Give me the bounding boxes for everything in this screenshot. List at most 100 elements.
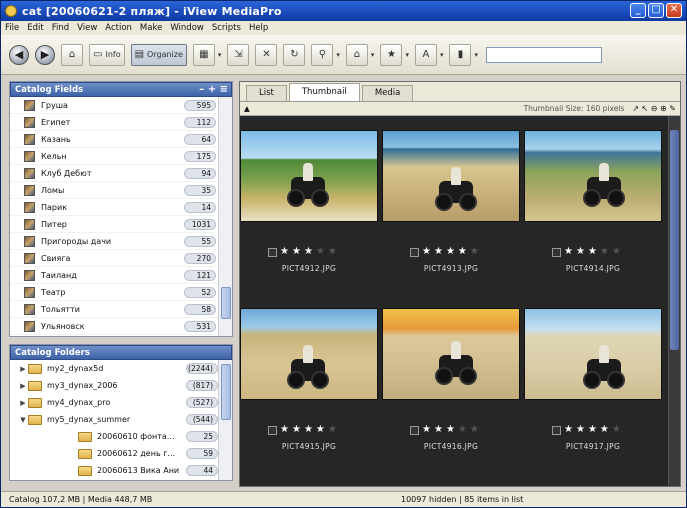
import-icon[interactable]: ⇲ (227, 43, 250, 66)
photo-thumbnail[interactable] (382, 308, 520, 400)
catalog-folder-item[interactable]: ▶ my3_dynax_2006 (817) (10, 377, 220, 394)
calendar-dropdown-icon[interactable]: ▾ (218, 51, 222, 59)
folders-scrollbar[interactable] (218, 360, 232, 480)
catalog-folders-header[interactable]: Catalog Folders (10, 345, 232, 360)
catalog-field-item[interactable]: Театр 52 (10, 284, 218, 301)
photo-thumbnail[interactable] (524, 308, 662, 400)
select-checkbox[interactable] (268, 425, 277, 435)
select-checkbox[interactable] (552, 425, 561, 435)
catalog-folder-item[interactable]: 20060612 день г... 59 (10, 445, 220, 462)
rating-star-icon[interactable]: ★ (446, 247, 455, 257)
thumbnail-cell[interactable]: ★ ★ ★ ★ ★ PICT4914.JPG (524, 130, 664, 290)
rating-star-icon[interactable]: ★ (458, 425, 467, 435)
rating-star-icon[interactable]: ★ (564, 247, 573, 257)
menu-make[interactable]: Make (140, 23, 162, 33)
catalog-field-item[interactable]: Пригороды дачи 55 (10, 233, 218, 250)
minimize-button[interactable]: _ (630, 3, 646, 18)
tab-thumbnail[interactable]: Thumbnail (288, 83, 360, 101)
rating-star-icon[interactable]: ★ (446, 425, 455, 435)
title-bar[interactable]: cat [20060621-2 пляж] - iView MediaPro _… (1, 1, 686, 21)
thumbnail-cell[interactable]: ★ ★ ★ ★ ★ PICT4913.JPG (382, 130, 522, 290)
catalog-field-item[interactable]: Ломы 35 (10, 182, 218, 199)
select-checkbox[interactable] (410, 425, 419, 435)
catalog-field-item[interactable]: Тольятти 58 (10, 301, 218, 318)
color-label-icon[interactable]: ▮ (449, 43, 472, 66)
photo-thumbnail[interactable] (382, 130, 520, 222)
rating-star-icon[interactable]: ★ (434, 247, 443, 257)
expand-toggle-icon[interactable]: ▶ (18, 365, 28, 373)
rotate-icon[interactable]: ↻ (283, 43, 306, 66)
catalog-field-item[interactable]: Кельн 175 (10, 148, 218, 165)
close-button[interactable]: ✕ (666, 3, 682, 18)
rating-star-icon[interactable]: ★ (316, 247, 325, 257)
select-checkbox[interactable] (268, 247, 277, 257)
catalog-fields-header[interactable]: Catalog Fields – + ≡ (10, 82, 232, 97)
color-dropdown-icon[interactable]: ▾ (474, 51, 478, 59)
text-icon[interactable]: A (414, 43, 437, 66)
rating-star-icon[interactable]: ★ (316, 425, 325, 435)
catalog-folder-item[interactable]: ▼ my5_dynax_summer (544) (10, 411, 220, 428)
home-icon[interactable]: ⌂ (61, 43, 83, 66)
rating-star-icon[interactable]: ★ (280, 247, 289, 257)
catalog-field-item[interactable]: Питер 1031 (10, 216, 218, 233)
fields-scroll-thumb[interactable] (221, 287, 231, 319)
rating-star-icon[interactable]: ★ (280, 425, 289, 435)
thumbnail-cell[interactable]: ★ ★ ★ ★ ★ PICT4912.JPG (240, 130, 380, 290)
catalog-folder-item[interactable]: ▶ my4_dynax_pro (527) (10, 394, 220, 411)
grid-scrollbar[interactable] (668, 116, 680, 486)
search-input[interactable] (485, 46, 602, 63)
menu-scripts[interactable]: Scripts (212, 23, 241, 33)
catalog-field-item[interactable]: Клуб Дебют 94 (10, 165, 218, 182)
catalog-folder-item[interactable]: 20060614 Пеги Н...60 (10, 479, 220, 480)
rating-star-icon[interactable]: ★ (600, 425, 609, 435)
lock-dropdown-icon[interactable]: ▾ (371, 51, 375, 59)
rating-star-icon[interactable]: ★ (470, 247, 479, 257)
rating-star-icon[interactable]: ★ (292, 425, 301, 435)
thumbnail-cell[interactable]: ★ ★ ★ ★ ★ PICT4917.JPG (524, 308, 664, 468)
label-icon[interactable]: ⚲ (311, 43, 334, 66)
rating-star-icon[interactable]: ★ (328, 425, 337, 435)
zoom-controls[interactable]: ↗ ↖ ⊖ ⊕ ✎ (632, 104, 676, 113)
rating-star-icon[interactable]: ★ (422, 247, 431, 257)
rating-star-icon[interactable]: ★ (304, 247, 313, 257)
grid-scroll-thumb[interactable] (670, 130, 679, 350)
catalog-field-item[interactable]: Казань 64 (10, 131, 218, 148)
thumbnail-cell[interactable]: ★ ★ ★ ★ ★ PICT4915.JPG (240, 308, 380, 468)
info-button[interactable]: ▭ Info (89, 43, 125, 66)
rating-star-icon[interactable]: ★ (458, 247, 467, 257)
panel-header-buttons[interactable]: – + ≡ (199, 84, 228, 95)
rating-star-icon[interactable]: ★ (576, 247, 585, 257)
catalog-field-item[interactable]: Груша 595 (10, 97, 218, 114)
rating-star-icon[interactable]: ★ (422, 425, 431, 435)
tab-media[interactable]: Media (361, 85, 414, 101)
sort-toggle[interactable]: ▲ (244, 104, 250, 113)
folders-scroll-thumb[interactable] (221, 364, 231, 420)
expand-toggle-icon[interactable]: ▶ (18, 382, 28, 390)
photo-thumbnail[interactable] (240, 130, 378, 222)
menu-edit[interactable]: Edit (27, 23, 43, 33)
catalog-field-item[interactable]: Свияга 270 (10, 250, 218, 267)
menu-help[interactable]: Help (249, 23, 268, 33)
calendar-icon[interactable]: ▦ (192, 43, 215, 66)
lock-icon[interactable]: ⌂ (345, 43, 368, 66)
catalog-folder-item[interactable]: 20060613 Вика Ани 44 (10, 462, 220, 479)
rating-star-icon[interactable]: ★ (292, 247, 301, 257)
catalog-field-item[interactable]: Таиланд 121 (10, 267, 218, 284)
rating-star-icon[interactable]: ★ (588, 247, 597, 257)
menu-window[interactable]: Window (170, 23, 204, 33)
expand-toggle-icon[interactable]: ▶ (18, 399, 28, 407)
label-dropdown-icon[interactable]: ▾ (336, 51, 340, 59)
rating-star-icon[interactable]: ★ (470, 425, 479, 435)
thumbnail-cell[interactable]: ★ ★ ★ ★ ★ PICT4916.JPG (382, 308, 522, 468)
photo-thumbnail[interactable] (524, 130, 662, 222)
catalog-folder-item[interactable]: 20060610 фонта... 25 (10, 428, 220, 445)
menu-action[interactable]: Action (105, 23, 132, 33)
select-checkbox[interactable] (410, 247, 419, 257)
catalog-field-item[interactable]: Египет 112 (10, 114, 218, 131)
rating-star-icon[interactable]: ★ (588, 425, 597, 435)
menu-file[interactable]: File (5, 23, 19, 33)
catalog-field-item[interactable]: Ульяновск 531 (10, 318, 218, 335)
catalog-folder-item[interactable]: ▶ my2_dynax5d (2244) (10, 360, 220, 377)
rating-star-icon[interactable]: ★ (328, 247, 337, 257)
photo-thumbnail[interactable] (240, 308, 378, 400)
